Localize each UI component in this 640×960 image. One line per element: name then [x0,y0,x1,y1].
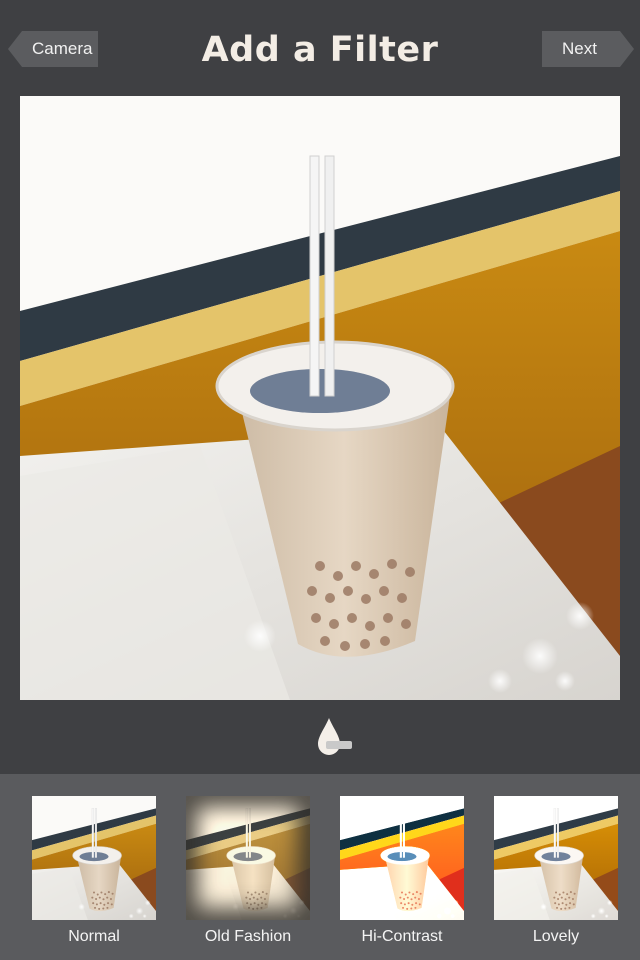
navigation-bar: Camera Add a Filter Next [0,0,640,96]
tool-row [0,700,640,774]
filter-lovely-label: Lovely [532,928,580,945]
filter-tray: Normal Old Fashion Hi-Contrast Lovely [0,774,640,960]
filter-old-fashion-thumbnail [186,796,310,920]
water-drop-icon[interactable] [312,714,356,760]
filter-normal[interactable]: Normal [32,796,156,946]
filter-lovely[interactable]: Lovely [494,796,618,946]
filter-lovely-thumbnail [494,796,618,920]
photo-preview [20,96,620,700]
filter-normal-label: Normal [68,928,120,945]
filter-hi-contrast-label: Hi-Contrast [361,928,443,945]
filter-normal-thumbnail [32,796,156,920]
filter-old-fashion-label: Old Fashion [204,928,292,945]
next-button[interactable]: Next [542,31,634,67]
next-label: Next [562,39,597,58]
filter-hi-contrast-thumbnail [340,796,464,920]
filter-old-fashion[interactable]: Old Fashion [186,796,310,946]
filter-hi-contrast[interactable]: Hi-Contrast [340,796,464,946]
